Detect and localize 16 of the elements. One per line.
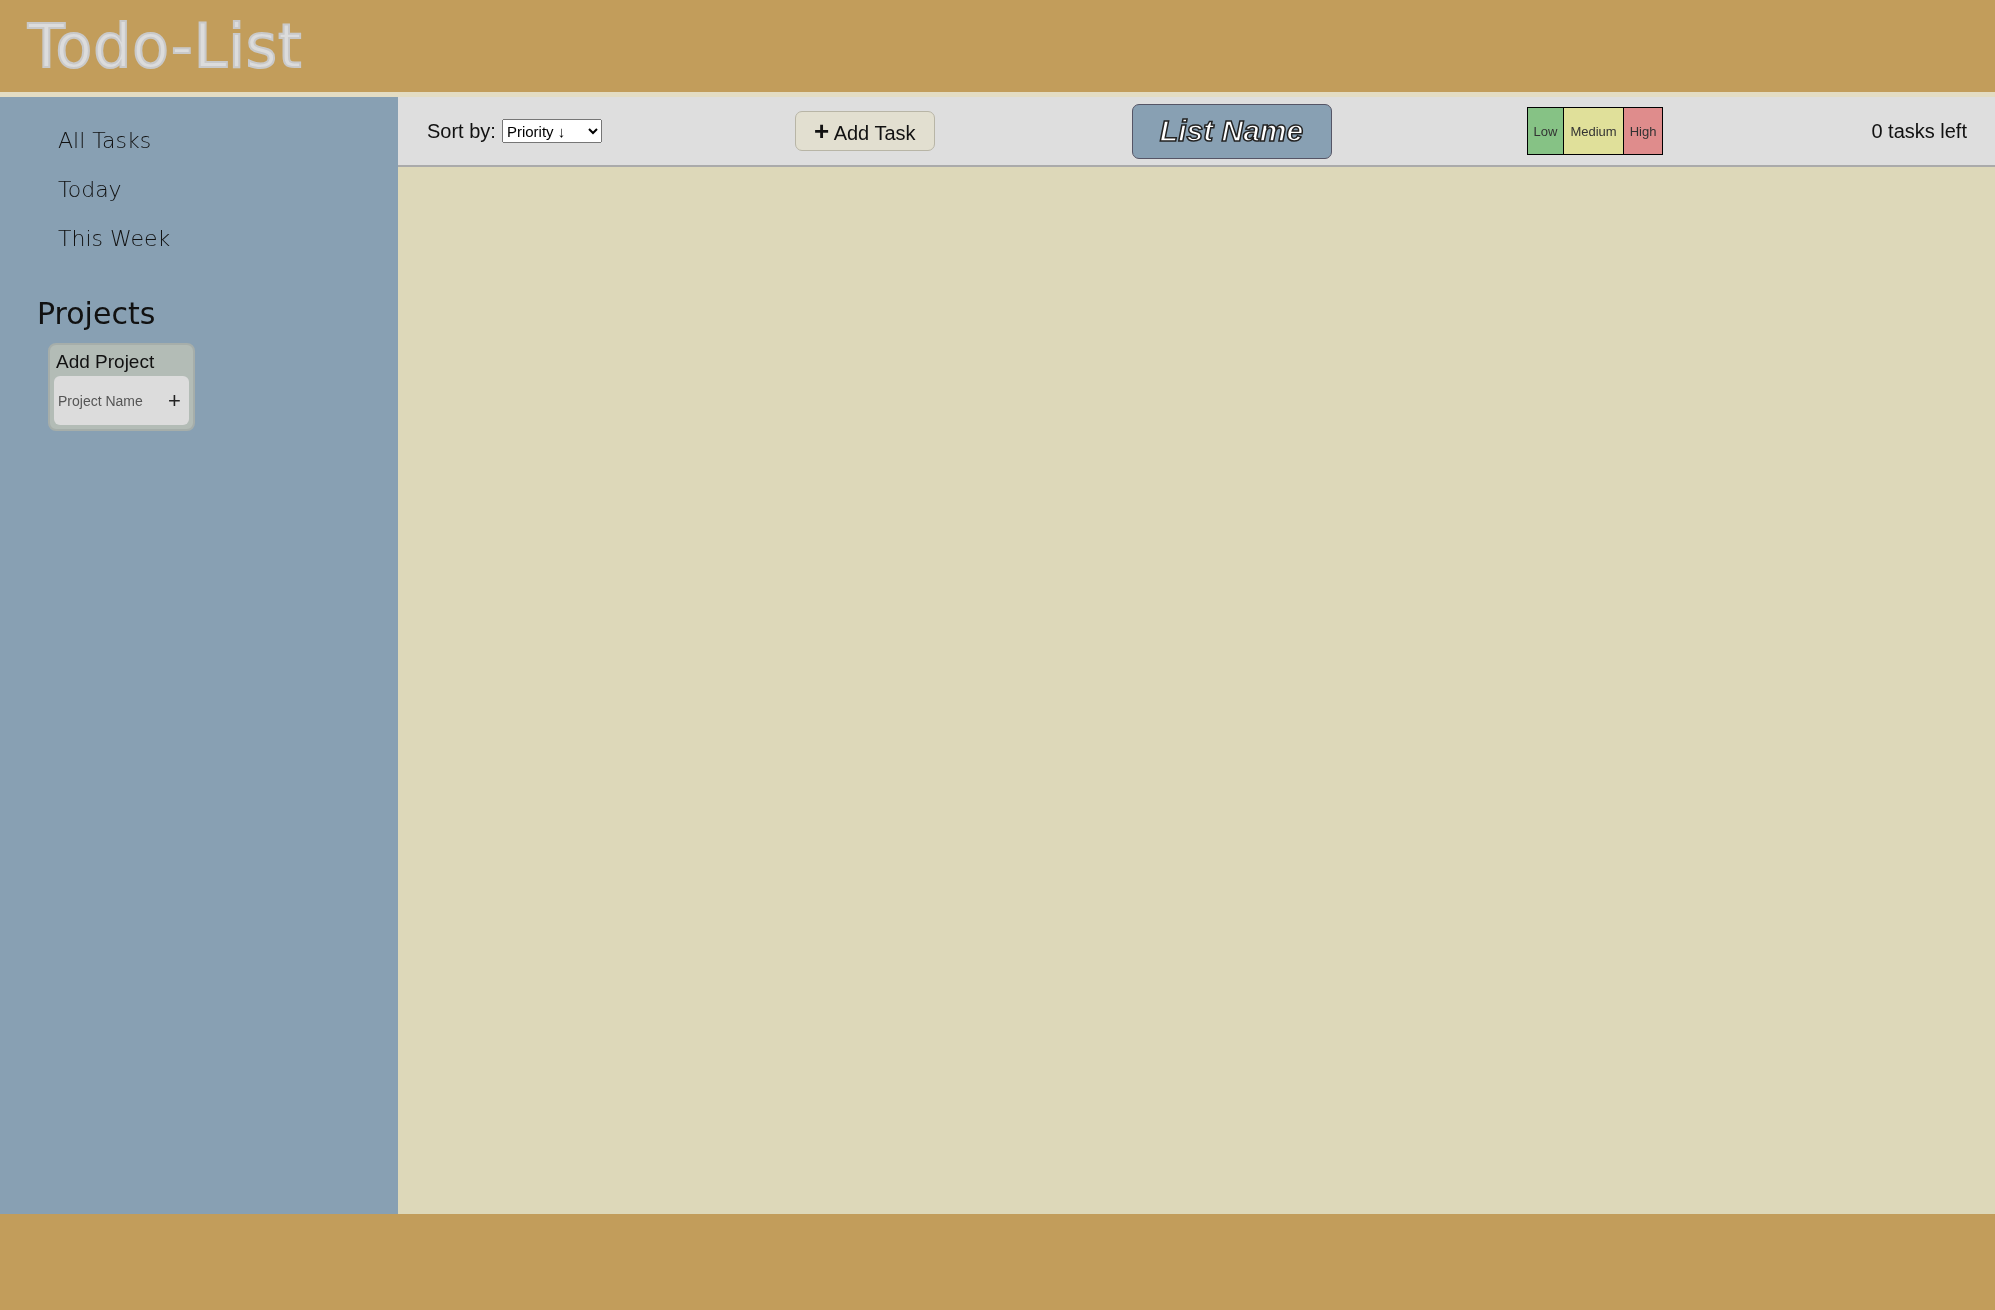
sidebar-item[interactable]: This Week [58,221,171,270]
sort-select[interactable]: Priority ↓ [501,119,602,143]
add-task-button[interactable]: + Add Task [795,111,935,151]
add-project-button[interactable]: + [164,376,189,425]
priority-legend-item: Low [1526,107,1565,155]
project-name-input[interactable]: Project Name [54,376,164,425]
sort-label: Sort by: [427,119,496,143]
tasks-left-count: 0 tasks left [1871,119,1967,143]
app-title: Todo-List [28,11,303,81]
sidebar-item[interactable]: Today [58,172,122,221]
priority-legend-item: Medium [1563,107,1624,155]
sidebar-item[interactable]: All Tasks [58,123,152,172]
projects-heading: Projects [37,296,156,331]
add-project-title: Add Project [56,351,156,373]
list-name-banner: List Name [1131,103,1332,159]
priority-legend-item: High [1622,107,1664,155]
